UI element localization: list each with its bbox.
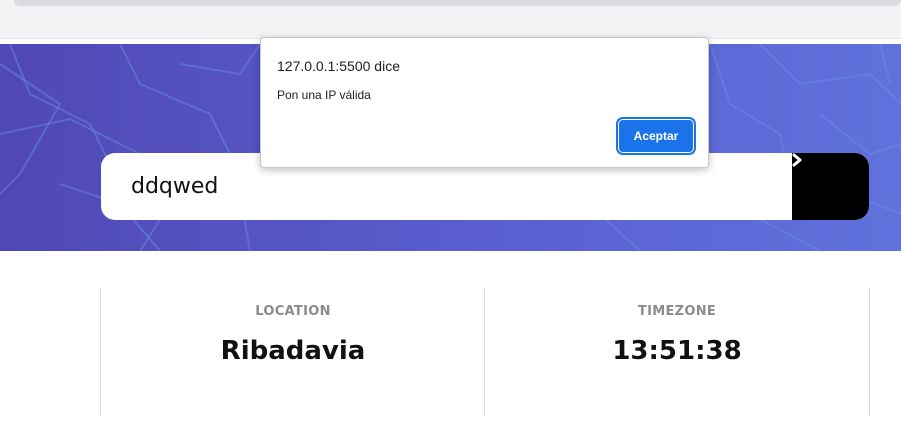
timezone-value: 13:51:38 [612, 336, 742, 366]
alert-ok-button[interactable]: Aceptar [616, 117, 696, 155]
location-label: LOCATION [255, 304, 331, 319]
chevron-right-icon [792, 153, 802, 167]
ip-info-panel: LOCATION Ribadavia TIMEZONE 13:51:38 [100, 288, 870, 416]
location-value: Ribadavia [220, 336, 366, 366]
alert-dialog-message: Pon una IP válida [277, 88, 371, 102]
horizontal-scrollbar[interactable] [14, 0, 901, 6]
location-card: LOCATION Ribadavia [100, 288, 485, 416]
alert-dialog: 127.0.0.1:5500 dice Pon una IP válida Ac… [260, 37, 709, 168]
alert-dialog-title: 127.0.0.1:5500 dice [277, 58, 400, 74]
search-submit-button[interactable] [792, 153, 869, 220]
timezone-card: TIMEZONE 13:51:38 [484, 288, 870, 416]
browser-toolbar [0, 0, 901, 39]
timezone-label: TIMEZONE [637, 304, 717, 319]
